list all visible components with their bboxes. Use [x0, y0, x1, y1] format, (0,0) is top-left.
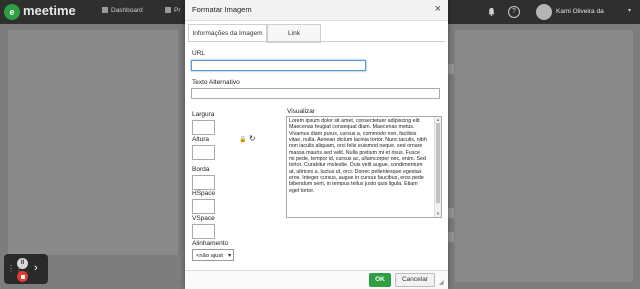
dashboard-icon — [102, 7, 108, 13]
brand-name[interactable]: meetime — [23, 3, 76, 18]
url-label: URL — [192, 50, 206, 57]
preview-scrollbar[interactable]: ▲ ▼ — [434, 117, 441, 217]
width-label: Largura — [192, 111, 215, 118]
width-field[interactable] — [192, 120, 215, 135]
hspace-field[interactable] — [192, 199, 215, 214]
nav-item-label: Dashboard — [111, 7, 143, 14]
app-logo[interactable]: e — [4, 4, 20, 20]
scroll-thumb[interactable] — [436, 123, 440, 203]
dialog-header: Formatar Imagem × — [185, 0, 448, 21]
alt-text-input[interactable] — [191, 88, 440, 99]
bell-icon[interactable] — [487, 7, 496, 16]
pause-button[interactable]: II — [17, 258, 28, 269]
alignment-select-value: <não ajust — [196, 253, 223, 259]
tab-divider — [188, 41, 445, 42]
alignment-select[interactable]: <não ajust ▾ — [192, 249, 234, 261]
stop-button[interactable] — [17, 271, 28, 282]
background-panel-right — [455, 30, 633, 282]
ok-button[interactable]: OK — [369, 273, 391, 287]
height-label: Altura — [192, 136, 209, 143]
resize-handle-icon[interactable]: ◢ — [439, 279, 444, 286]
alt-text-label: Texto Alternativo — [192, 79, 240, 86]
close-icon[interactable]: × — [435, 3, 441, 15]
url-input[interactable] — [191, 60, 366, 71]
nav-item-dashboard[interactable]: Dashboard — [102, 7, 143, 14]
format-image-dialog: Formatar Imagem × Informações da Imagem … — [185, 0, 448, 289]
expand-arrow-icon[interactable]: › — [34, 262, 38, 274]
preview-label: Visualizar — [287, 108, 316, 115]
cancel-button[interactable]: Cancelar — [395, 273, 435, 287]
help-icon[interactable]: ? — [508, 6, 520, 18]
nav-item-label: Pr — [174, 7, 181, 14]
border-field[interactable] — [192, 175, 215, 190]
hspace-label: HSpace — [192, 190, 216, 197]
lock-icon[interactable]: 🔒 — [239, 136, 246, 143]
border-label: Borda — [192, 166, 210, 173]
height-field[interactable] — [192, 145, 215, 160]
user-name[interactable]: Kami Oliveira da — [556, 8, 604, 15]
chevron-down-icon[interactable]: ▾ — [628, 7, 631, 14]
vspace-field[interactable] — [192, 224, 215, 239]
preview-text: Lorem ipsum dolor sit amet, consectetuer… — [289, 118, 427, 194]
reset-size-icon[interactable]: ↻ — [249, 134, 256, 143]
avatar[interactable] — [536, 4, 552, 20]
nav-item-partial[interactable]: Pr — [165, 7, 181, 14]
alignment-label: Alinhamento — [192, 240, 229, 247]
preview-box[interactable]: Lorem ipsum dolor sit amet, consectetuer… — [286, 116, 442, 218]
chevron-down-icon: ▾ — [228, 253, 231, 259]
nav-icon — [165, 7, 171, 13]
background-panel-left — [8, 30, 178, 255]
scroll-up-icon[interactable]: ▲ — [435, 117, 441, 122]
scroll-down-icon[interactable]: ▼ — [435, 211, 441, 216]
dialog-title: Formatar Imagem — [192, 5, 252, 14]
vspace-label: VSpace — [192, 215, 215, 222]
